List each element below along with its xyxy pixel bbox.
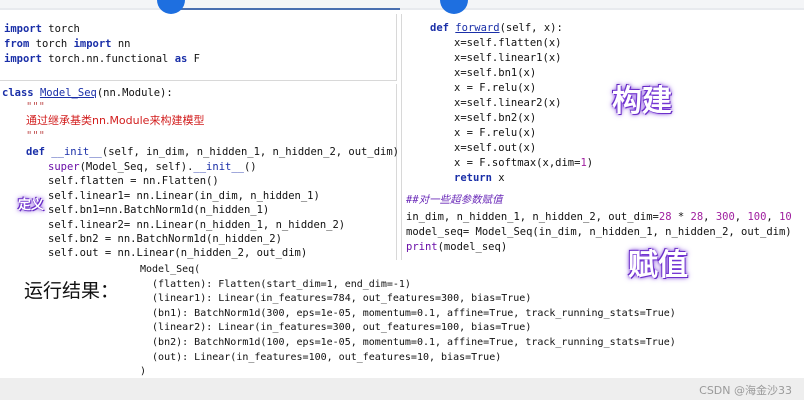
output-label: 运行结果： — [24, 280, 120, 302]
code-line: def __init__(self, in_dim, n_hidden_1, n… — [26, 146, 406, 158]
top-bar — [0, 0, 804, 14]
code-line: import torch — [4, 23, 80, 35]
code-line: self.out = nn.Linear(n_hidden_2, out_dim… — [48, 247, 308, 259]
code-line: x = F.relu(x) — [454, 127, 537, 139]
code-line: self.bn1=nn.BatchNorm1d(n_hidden_1) — [48, 204, 270, 216]
code-line: def forward(self, x): — [430, 22, 563, 34]
class-code-panel: class Model_Seq(nn.Module): """ 通过继承基类nn.M… — [0, 84, 405, 260]
code-line: """ — [26, 130, 45, 142]
annotation-build: 构建 — [612, 84, 672, 119]
output-line: (flatten): Flatten(start_dim=1, end_dim=… — [140, 278, 411, 290]
footer-bar: CSDN @海金沙33 — [0, 378, 804, 400]
code-line: x=self.flatten(x) — [454, 37, 562, 49]
output-line: (bn1): BatchNorm1d(300, eps=1e-05, momen… — [140, 307, 676, 319]
output-line: Model_Seq( — [140, 264, 201, 275]
code-line: self.linear1= nn.Linear(in_dim, n_hidden… — [48, 190, 320, 202]
code-line: x = F.softmax(x,dim=1) — [454, 157, 594, 169]
code-line: 通过继承基类nn.Module来构建模型 — [26, 114, 205, 127]
progress-segment — [170, 8, 400, 10]
annotation-assign: 赋值 — [628, 248, 688, 283]
code-line: model_seq= Model_Seq(in_dim, n_hidden_1,… — [406, 226, 792, 238]
output-line: (linear2): Linear(in_features=300, out_f… — [140, 322, 532, 334]
code-line: x=self.linear1(x) — [454, 52, 562, 64]
code-line: x = F.relu(x) — [454, 82, 537, 94]
watermark: CSDN @海金沙33 — [699, 384, 792, 397]
code-line: return x — [454, 172, 505, 184]
code-line: x=self.bn1(x) — [454, 67, 537, 79]
progress-dot-1[interactable] — [157, 0, 185, 14]
progress-dot-2[interactable] — [440, 0, 468, 14]
progress-track — [0, 8, 804, 10]
code-line: self.bn2 = nn.BatchNorm1d(n_hidden_2) — [48, 233, 282, 245]
code-line: import torch.nn.functional as F — [4, 53, 201, 65]
output-line: (out): Linear(in_features=100, out_featu… — [140, 351, 502, 363]
code-line: """ — [26, 101, 45, 113]
code-line: ##对一些超参数赋值 — [406, 194, 503, 206]
code-line: super(Model_Seq, self).__init__() — [48, 161, 257, 173]
code-line: x=self.bn2(x) — [454, 112, 537, 124]
output-line: (bn2): BatchNorm1d(100, eps=1e-05, momen… — [140, 337, 676, 348]
code-line: x=self.out(x) — [454, 142, 537, 154]
code-line: x=self.linear2(x) — [454, 97, 562, 109]
code-line: print(model_seq) — [406, 241, 508, 253]
forward-code-panel: def forward(self, x): x=self.flatten(x) x=… — [401, 14, 804, 260]
code-line: class Model_Seq(nn.Module): — [2, 87, 173, 99]
code-line: from torch import nn — [4, 38, 131, 50]
output-line: (linear1): Linear(in_features=784, out_f… — [140, 293, 532, 305]
annotation-define: 定义 — [18, 198, 45, 213]
code-line: in_dim, n_hidden_1, n_hidden_2, out_dim=… — [406, 211, 792, 223]
code-line: self.flatten = nn.Flatten() — [48, 175, 219, 187]
code-line: self.linear2= nn.Linear(n_hidden_1, n_hi… — [48, 219, 346, 231]
imports-code-panel: import torch from torch import nn import t… — [0, 14, 397, 81]
